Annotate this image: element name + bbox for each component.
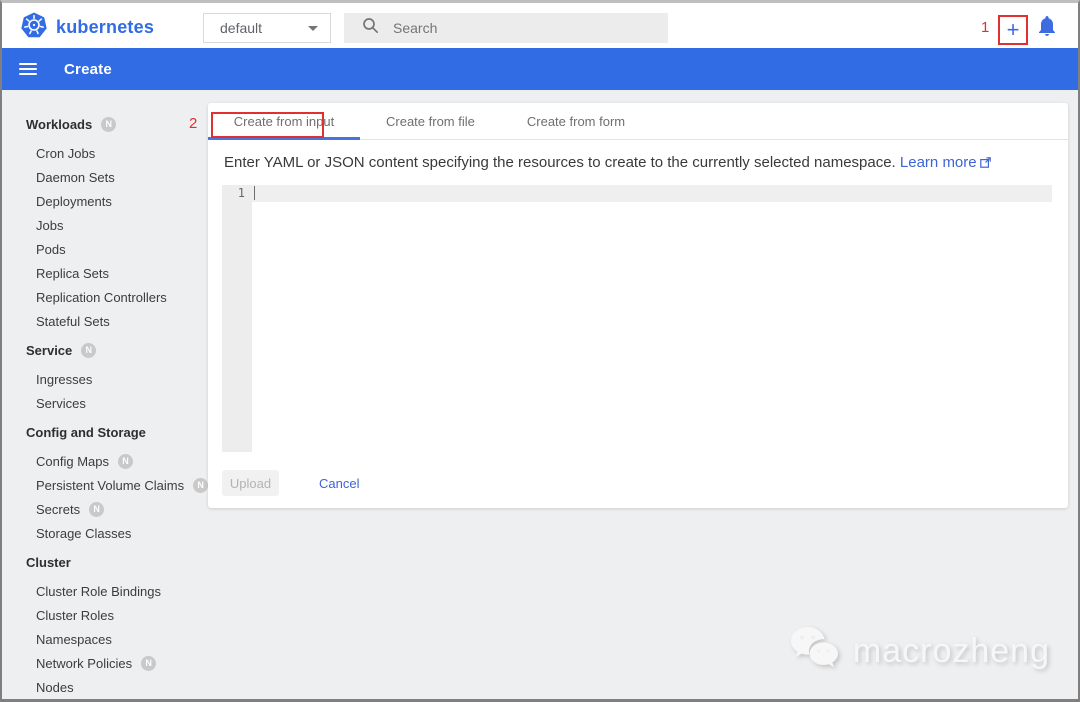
menu-icon[interactable] <box>19 63 37 75</box>
item-label: Namespaces <box>36 632 112 647</box>
section-label: Service <box>26 343 72 358</box>
page-toolbar: Create <box>2 48 1078 90</box>
search-icon <box>354 17 393 39</box>
sidebar-item-persistent-volume-claims[interactable]: Persistent Volume Claims N <box>2 473 208 497</box>
sidebar-item-nodes[interactable]: Nodes <box>2 675 208 699</box>
create-description: Enter YAML or JSON content specifying th… <box>224 154 1052 172</box>
namespaced-badge: N <box>141 656 156 671</box>
sidebar-item-config-maps[interactable]: Config Maps N <box>2 449 208 473</box>
create-card: Create from input Create from file Creat… <box>208 103 1068 508</box>
item-label: Replication Controllers <box>36 290 167 305</box>
item-label: Services <box>36 396 86 411</box>
tab-bar: Create from input Create from file Creat… <box>208 103 1068 140</box>
item-label: Storage Classes <box>36 526 131 541</box>
notifications-bell-icon[interactable] <box>1038 16 1056 36</box>
sidebar-item-network-policies[interactable]: Network Policies N <box>2 651 208 675</box>
item-label: Daemon Sets <box>36 170 115 185</box>
tab-create-from-file[interactable]: Create from file <box>360 103 501 139</box>
brand-name: kubernetes <box>56 17 154 38</box>
sidebar-item-replication-controllers[interactable]: Replication Controllers <box>2 285 208 309</box>
learn-more-link[interactable]: Learn more <box>900 154 991 171</box>
yaml-editor[interactable]: 1 <box>222 185 1052 452</box>
sidebar-section-workloads[interactable]: Workloads N <box>2 112 208 136</box>
item-label: Stateful Sets <box>36 314 110 329</box>
sidebar-item-daemon-sets[interactable]: Daemon Sets <box>2 165 208 189</box>
kubernetes-logo-icon <box>20 11 48 44</box>
create-plus-button[interactable]: + <box>998 15 1028 45</box>
sidebar-section-service[interactable]: Service N <box>2 338 208 362</box>
brand[interactable]: kubernetes <box>20 11 154 44</box>
item-label: Ingresses <box>36 372 92 387</box>
sidebar-item-storage-classes[interactable]: Storage Classes <box>2 521 208 545</box>
tab-create-from-form[interactable]: Create from form <box>501 103 651 139</box>
namespace-select[interactable]: default <box>203 13 331 43</box>
namespaced-badge: N <box>193 478 208 493</box>
item-label: Network Policies <box>36 656 132 671</box>
active-tab-indicator <box>208 137 360 140</box>
tab-create-from-input[interactable]: Create from input <box>208 103 360 139</box>
search-input[interactable] <box>393 20 658 36</box>
line-number: 1 <box>238 186 245 200</box>
item-label: Pods <box>36 242 66 257</box>
item-label: Config Maps <box>36 454 109 469</box>
namespaced-badge: N <box>89 502 104 517</box>
chevron-down-icon <box>308 26 318 31</box>
cancel-button[interactable]: Cancel <box>319 476 359 491</box>
upload-button[interactable]: Upload <box>222 470 279 496</box>
item-label: Jobs <box>36 218 63 233</box>
item-label: Cluster Role Bindings <box>36 584 161 599</box>
app-header: kubernetes default + <box>2 3 1078 48</box>
content-area: Workloads N Cron Jobs Daemon Sets Deploy… <box>2 90 1078 702</box>
sidebar-item-deployments[interactable]: Deployments <box>2 189 208 213</box>
annotation-step-2: 2 <box>189 115 197 132</box>
sidebar-section-config-and-storage[interactable]: Config and Storage <box>2 420 208 444</box>
item-label: Replica Sets <box>36 266 109 281</box>
sidebar-item-stateful-sets[interactable]: Stateful Sets <box>2 309 208 333</box>
main-panel: Create from input Create from file Creat… <box>208 90 1078 702</box>
sidebar-section-cluster[interactable]: Cluster <box>2 550 208 574</box>
kubernetes-dashboard-window: kubernetes default + Create <box>0 0 1080 702</box>
card-actions: Upload Cancel <box>222 470 359 496</box>
sidebar: Workloads N Cron Jobs Daemon Sets Deploy… <box>2 90 208 702</box>
search-bar <box>344 13 668 43</box>
sidebar-item-cluster-role-bindings[interactable]: Cluster Role Bindings <box>2 579 208 603</box>
watermark: macrozheng <box>789 625 1050 678</box>
editor-active-line <box>252 185 1052 202</box>
section-label: Config and Storage <box>26 425 146 440</box>
sidebar-item-ingresses[interactable]: Ingresses <box>2 367 208 391</box>
sidebar-item-cron-jobs[interactable]: Cron Jobs <box>2 141 208 165</box>
page-title: Create <box>64 61 112 78</box>
sidebar-item-namespaces[interactable]: Namespaces <box>2 627 208 651</box>
namespaced-badge: N <box>118 454 133 469</box>
wechat-icon <box>789 625 843 678</box>
sidebar-item-replica-sets[interactable]: Replica Sets <box>2 261 208 285</box>
description-text: Enter YAML or JSON content specifying th… <box>224 154 896 171</box>
item-label: Cron Jobs <box>36 146 95 161</box>
sidebar-item-services[interactable]: Services <box>2 391 208 415</box>
tab-label: Create from input <box>234 114 334 129</box>
sidebar-item-secrets[interactable]: Secrets N <box>2 497 208 521</box>
item-label: Nodes <box>36 680 74 695</box>
watermark-text: macrozheng <box>853 632 1050 671</box>
section-label: Cluster <box>26 555 71 570</box>
section-label: Workloads <box>26 117 92 132</box>
namespaced-badge: N <box>81 343 96 358</box>
namespaced-badge: N <box>101 117 116 132</box>
item-label: Cluster Roles <box>36 608 114 623</box>
sidebar-item-cluster-roles[interactable]: Cluster Roles <box>2 603 208 627</box>
namespace-value: default <box>220 20 308 36</box>
sidebar-item-pods[interactable]: Pods <box>2 237 208 261</box>
text-cursor <box>254 186 255 200</box>
tab-label: Create from form <box>527 114 625 129</box>
sidebar-item-jobs[interactable]: Jobs <box>2 213 208 237</box>
editor-gutter: 1 <box>222 185 252 452</box>
external-link-icon <box>980 155 991 172</box>
tab-label: Create from file <box>386 114 475 129</box>
annotation-step-1: 1 <box>981 19 989 36</box>
item-label: Deployments <box>36 194 112 209</box>
item-label: Persistent Volume Claims <box>36 478 184 493</box>
item-label: Secrets <box>36 502 80 517</box>
